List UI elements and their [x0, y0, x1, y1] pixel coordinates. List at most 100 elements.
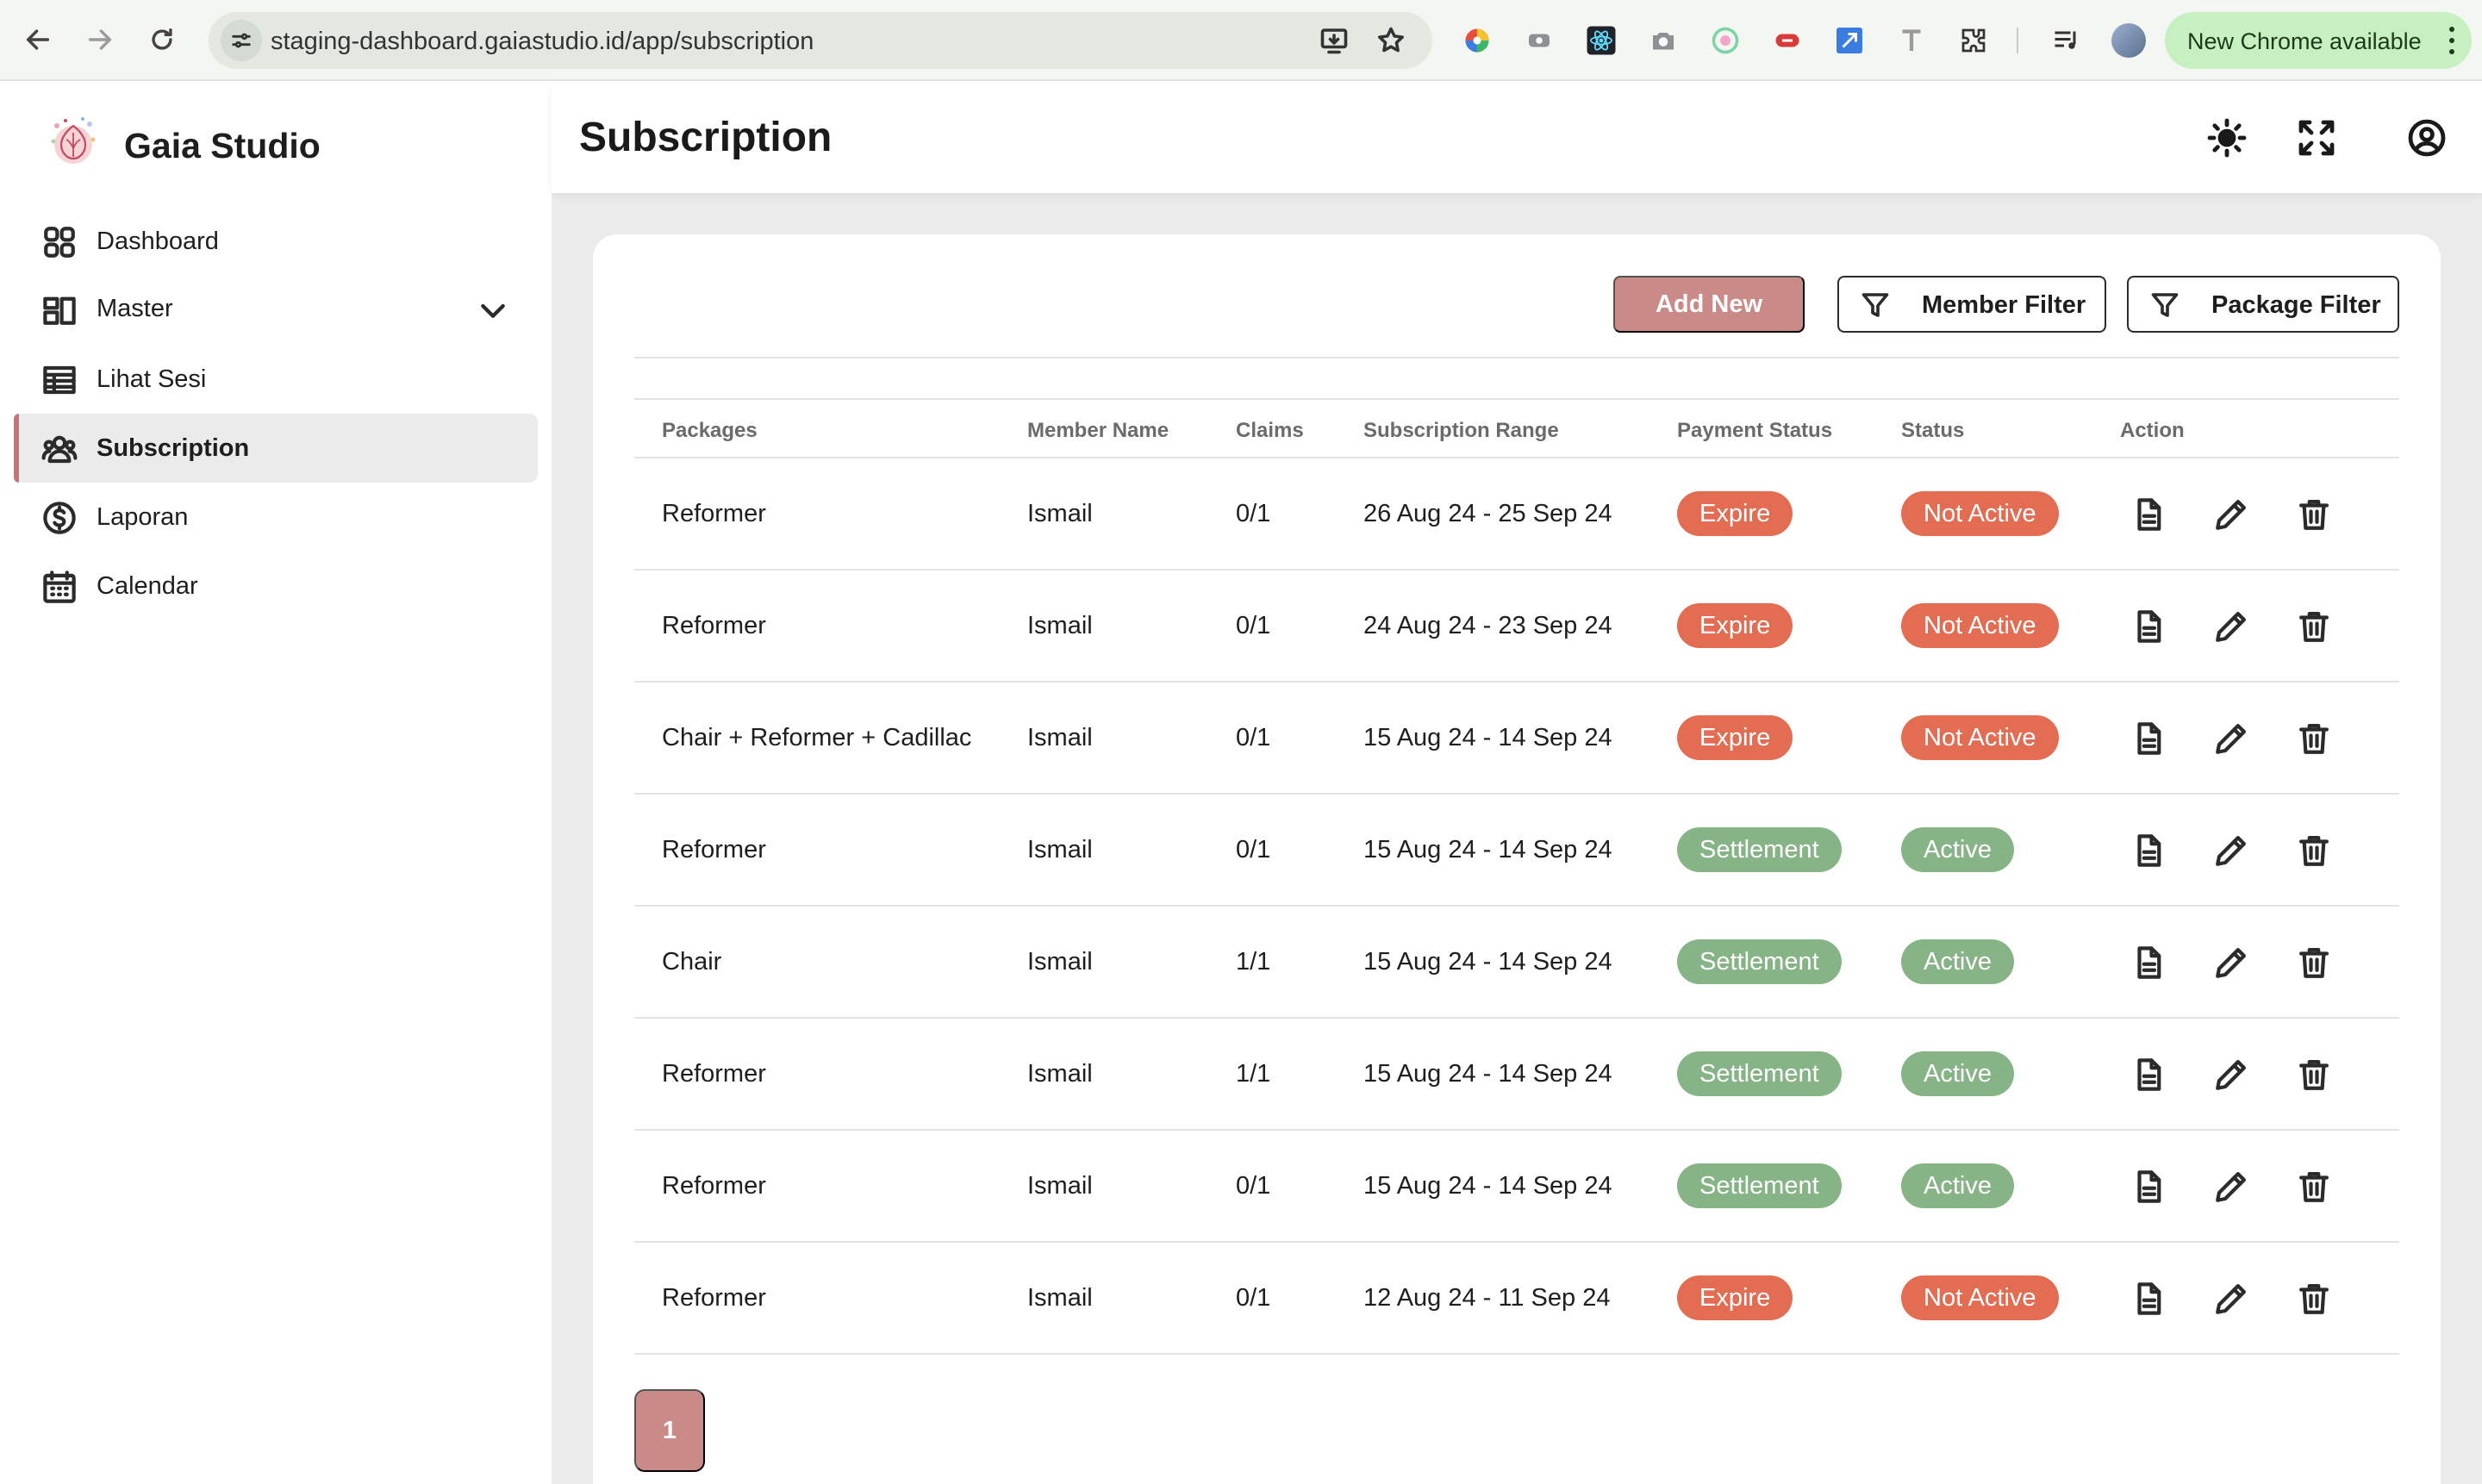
- range-cell: 15 Aug 24 - 14 Sep 24: [1363, 836, 1612, 864]
- column-header-payment-status: Payment Status: [1677, 419, 1833, 442]
- payment-status-badge: Expire: [1677, 491, 1793, 536]
- column-header-action: Action: [2120, 419, 2185, 442]
- sidebar-item-laporan[interactable]: Laporan: [14, 483, 538, 552]
- column-header-claims: Claims: [1236, 419, 1304, 442]
- member-cell: Ismail: [1027, 612, 1093, 639]
- range-cell: 24 Aug 24 - 23 Sep 24: [1363, 612, 1612, 639]
- sidebar-item-label: Laporan: [97, 503, 189, 531]
- color-wheel-extension-icon[interactable]: [1460, 23, 1494, 58]
- member-cell: Ismail: [1027, 724, 1093, 751]
- claims-cell: 0/1: [1236, 836, 1271, 864]
- document-icon[interactable]: [2130, 1057, 2167, 1093]
- payment-status-badge: Settlement: [1677, 827, 1842, 872]
- document-icon[interactable]: [2130, 608, 2167, 645]
- member-filter-label: Member Filter: [1922, 291, 2086, 319]
- forward-icon[interactable]: [79, 19, 121, 60]
- package-cell: Reformer: [662, 836, 766, 864]
- profile-avatar[interactable]: [2111, 23, 2146, 58]
- pagination-page-1[interactable]: 1: [634, 1389, 705, 1472]
- status-badge: Active: [1901, 827, 2014, 872]
- font-extension-icon[interactable]: [1894, 23, 1929, 58]
- sidebar-item-master[interactable]: Master: [14, 274, 538, 343]
- resize-extension-icon[interactable]: [1832, 23, 1867, 58]
- lastpass-extension-icon[interactable]: [1770, 23, 1805, 58]
- edit-pencil-icon[interactable]: [2213, 496, 2249, 533]
- document-icon[interactable]: [2130, 832, 2167, 869]
- install-app-icon[interactable]: [1319, 25, 1350, 56]
- more-vertical-icon[interactable]: [2448, 27, 2456, 54]
- calendar-icon: [41, 569, 78, 605]
- edit-pencil-icon[interactable]: [2213, 1281, 2249, 1317]
- package-filter-label: Package Filter: [2211, 291, 2381, 319]
- edit-pencil-icon[interactable]: [2213, 720, 2249, 757]
- table-row: Chair + Reformer + Cadillac Ismail 0/1 1…: [634, 683, 2399, 795]
- sidebar-item-dashboard[interactable]: Dashboard: [14, 207, 538, 276]
- layout-icon: [41, 291, 78, 327]
- document-icon[interactable]: [2130, 496, 2167, 533]
- delete-trash-icon[interactable]: [2296, 832, 2332, 869]
- claims-cell: 0/1: [1236, 1172, 1271, 1200]
- member-filter-button[interactable]: Member Filter: [1837, 276, 2106, 333]
- sidebar-item-label: Lihat Sesi: [97, 365, 207, 393]
- claims-cell: 0/1: [1236, 724, 1271, 751]
- delete-trash-icon[interactable]: [2296, 945, 2332, 981]
- payment-status-badge: Settlement: [1677, 1051, 1842, 1096]
- extensions-puzzle-icon[interactable]: [1956, 23, 1991, 58]
- screen-recorder-extension-icon[interactable]: [1522, 23, 1556, 58]
- site-info-icon[interactable]: [221, 20, 262, 61]
- payment-status-badge: Expire: [1677, 603, 1793, 648]
- back-icon[interactable]: [17, 19, 59, 60]
- package-filter-button[interactable]: Package Filter: [2127, 276, 2399, 333]
- range-cell: 12 Aug 24 - 11 Sep 24: [1363, 1284, 1611, 1312]
- document-icon[interactable]: [2130, 1169, 2167, 1205]
- add-new-button[interactable]: Add New: [1613, 276, 1805, 333]
- camera-extension-icon[interactable]: [1646, 23, 1681, 58]
- member-cell: Ismail: [1027, 500, 1093, 527]
- sidebar-item-subscription[interactable]: Subscription: [14, 414, 538, 483]
- delete-trash-icon[interactable]: [2296, 496, 2332, 533]
- chevron-down-icon[interactable]: [476, 293, 510, 327]
- account-icon[interactable]: [2406, 117, 2448, 159]
- document-icon[interactable]: [2130, 945, 2167, 981]
- brand-name: Gaia Studio: [124, 126, 321, 165]
- sidebar-item-lihat-sesi[interactable]: Lihat Sesi: [14, 345, 538, 414]
- package-cell: Chair + Reformer + Cadillac: [662, 724, 972, 751]
- divider: [634, 357, 2399, 359]
- bookmark-star-icon[interactable]: [1375, 25, 1406, 56]
- brand-logo: [45, 114, 102, 171]
- edit-pencil-icon[interactable]: [2213, 1057, 2249, 1093]
- sun-icon[interactable]: [2206, 117, 2248, 159]
- reload-icon[interactable]: [141, 19, 183, 60]
- table-row: Reformer Ismail 0/1 15 Aug 24 - 14 Sep 2…: [634, 795, 2399, 907]
- status-badge: Active: [1901, 939, 2014, 984]
- edit-pencil-icon[interactable]: [2213, 608, 2249, 645]
- delete-trash-icon[interactable]: [2296, 1281, 2332, 1317]
- table-icon: [41, 362, 78, 398]
- chrome-update-label: New Chrome available: [2187, 28, 2422, 54]
- delete-trash-icon[interactable]: [2296, 1169, 2332, 1205]
- users-icon: [41, 431, 78, 467]
- media-queue-icon[interactable]: [2049, 23, 2084, 58]
- status-badge: Active: [1901, 1163, 2014, 1208]
- document-icon[interactable]: [2130, 1281, 2167, 1317]
- status-badge: Not Active: [1901, 715, 2059, 760]
- document-icon[interactable]: [2130, 720, 2167, 757]
- delete-trash-icon[interactable]: [2296, 608, 2332, 645]
- react-devtools-extension-icon[interactable]: [1584, 23, 1618, 58]
- delete-trash-icon[interactable]: [2296, 720, 2332, 757]
- table-row: Reformer Ismail 0/1 24 Aug 24 - 23 Sep 2…: [634, 571, 2399, 683]
- edit-pencil-icon[interactable]: [2213, 832, 2249, 869]
- package-cell: Reformer: [662, 612, 766, 639]
- main-content: Add New Member Filter Package Filter Pac…: [552, 193, 2482, 1484]
- delete-trash-icon[interactable]: [2296, 1057, 2332, 1093]
- dollar-icon: [41, 500, 78, 536]
- edit-pencil-icon[interactable]: [2213, 945, 2249, 981]
- chrome-update-button[interactable]: New Chrome available: [2165, 12, 2472, 69]
- fullscreen-icon[interactable]: [2296, 117, 2337, 159]
- sidebar-item-calendar[interactable]: Calendar: [14, 552, 538, 620]
- edit-pencil-icon[interactable]: [2213, 1169, 2249, 1205]
- chroma-extension-icon[interactable]: [1708, 23, 1743, 58]
- address-bar[interactable]: staging-dashboard.gaiastudio.id/app/subs…: [209, 12, 1432, 69]
- package-cell: Chair: [662, 948, 722, 976]
- member-cell: Ismail: [1027, 948, 1093, 976]
